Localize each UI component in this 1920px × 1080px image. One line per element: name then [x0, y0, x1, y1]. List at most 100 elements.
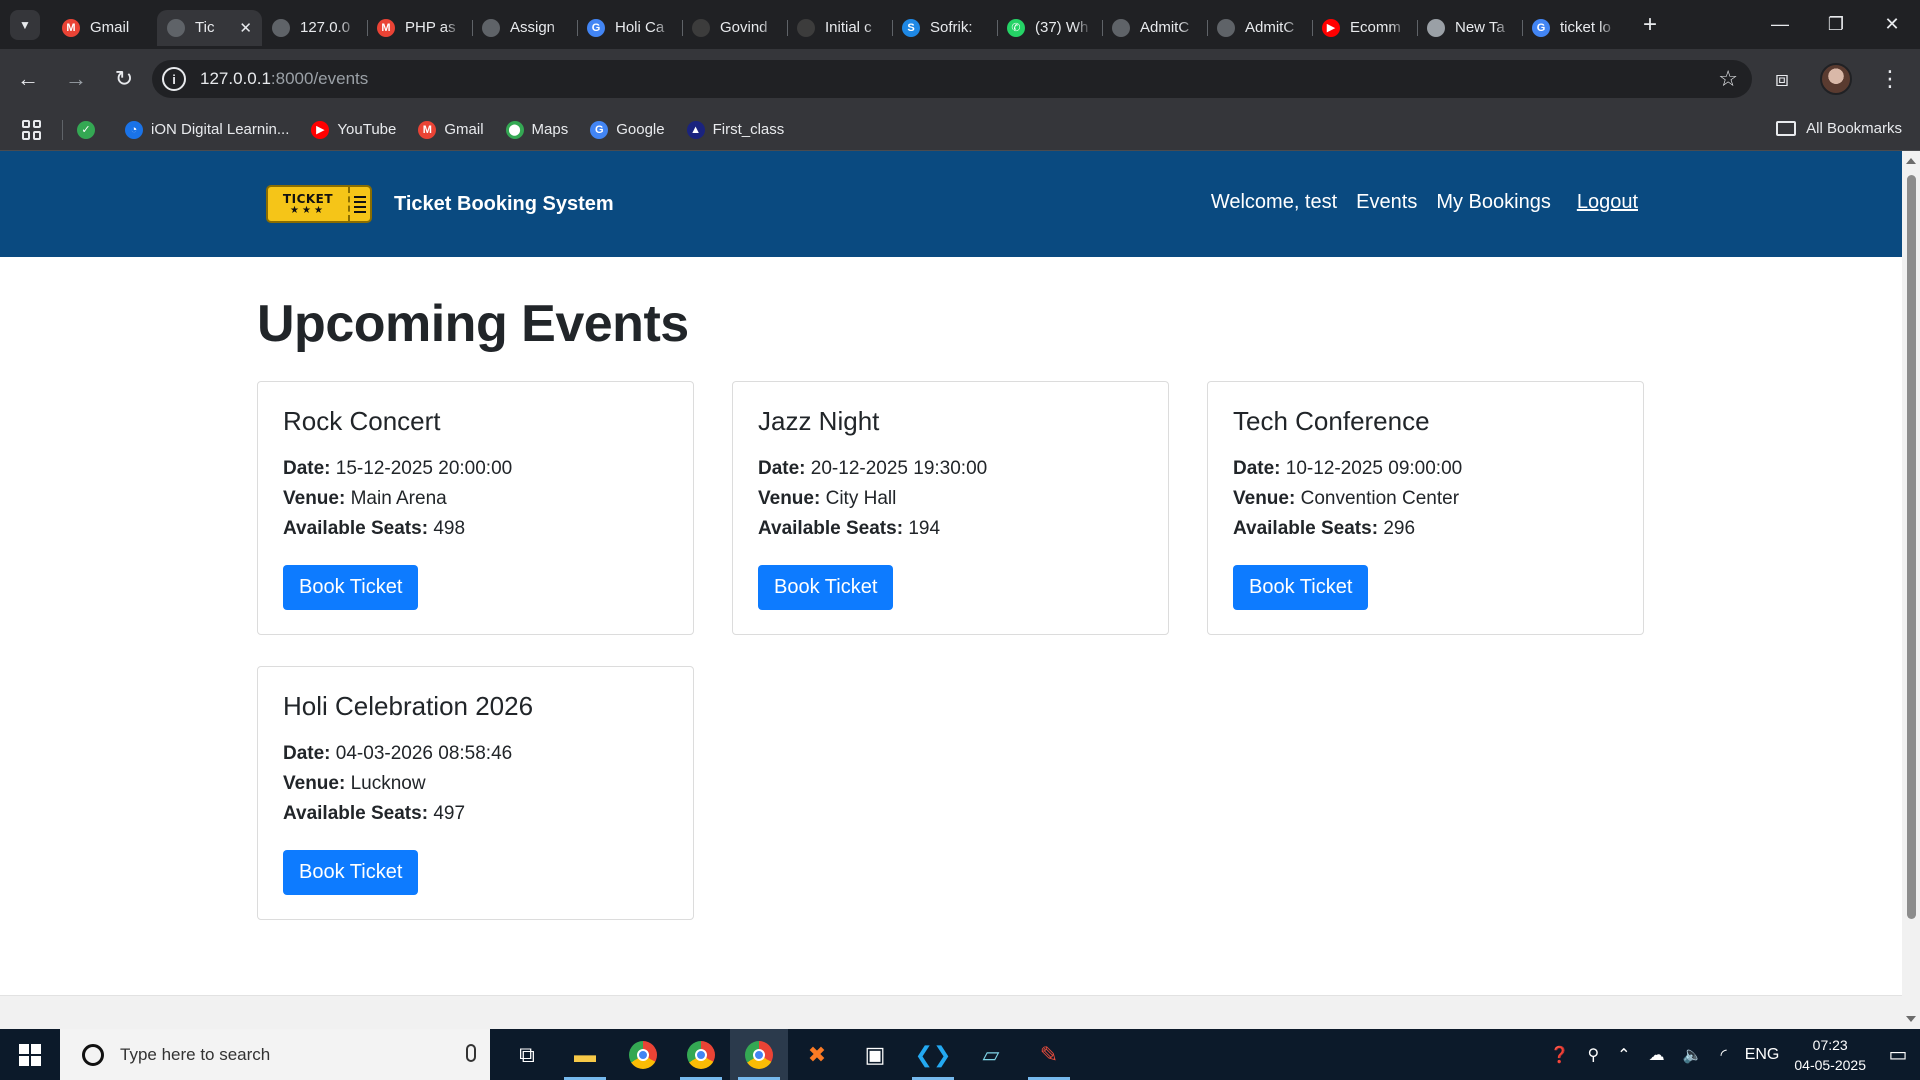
taskbar-app[interactable]: ✖ — [788, 1029, 846, 1080]
book-ticket-button[interactable]: Book Ticket — [283, 565, 419, 610]
close-window-button[interactable]: ✕ — [1864, 0, 1920, 49]
page-scrollbar[interactable] — [1902, 151, 1920, 1029]
taskbar-app[interactable] — [672, 1029, 730, 1080]
tab[interactable]: AdmitC — [1102, 10, 1207, 46]
forward-button[interactable]: → — [56, 59, 96, 99]
new-tab-button[interactable]: + — [1635, 10, 1665, 40]
venue-label: Venue: — [758, 488, 821, 509]
chevron-up-icon[interactable]: ⌃ — [1617, 1045, 1630, 1065]
scroll-down-icon[interactable] — [1906, 1016, 1916, 1022]
restore-button[interactable]: ❐ — [1808, 0, 1864, 49]
bookmark-item[interactable]: ▲ First_class — [686, 120, 784, 139]
tab-title: New Ta — [1455, 19, 1505, 36]
reload-button[interactable]: ↻ — [104, 59, 144, 99]
event-venue: Main Arena — [350, 488, 447, 509]
event-venue-line: Venue: City Hall — [758, 484, 1143, 514]
bookmark-favicon-icon: M — [418, 120, 437, 139]
taskbar-app[interactable] — [730, 1029, 788, 1080]
plus-icon: + — [1642, 10, 1657, 38]
menu-kebab-icon[interactable]: ⋮ — [1870, 59, 1910, 99]
google-icon: G — [587, 18, 605, 37]
event-card: Tech Conference Date: 10-12-2025 09:00:00… — [1207, 381, 1644, 635]
globe-icon — [167, 18, 185, 37]
taskbar-app[interactable]: ▱ — [962, 1029, 1020, 1080]
microphone-icon[interactable] — [466, 1044, 476, 1062]
event-card: Rock Concert Date: 15-12-2025 20:00:00 Ven… — [257, 381, 694, 635]
minimize-button[interactable]: — — [1752, 0, 1808, 49]
taskbar-search[interactable]: Type here to search — [60, 1029, 490, 1080]
apps-grid-icon[interactable] — [22, 119, 42, 140]
github-icon — [797, 18, 815, 37]
tab-title: AdmitC — [1140, 19, 1190, 36]
tab-title: Tic — [195, 19, 215, 36]
book-ticket-button[interactable]: Book Ticket — [283, 850, 419, 895]
site-brand[interactable]: TICKET ★★★ Ticket Booking System — [266, 185, 614, 223]
seats-label: Available Seats: — [283, 518, 429, 539]
bookmark-shield[interactable]: ✓ — [77, 120, 103, 139]
taskbar-app[interactable]: ▣ — [846, 1029, 904, 1080]
taskbar-app[interactable]: ✎ — [1020, 1029, 1078, 1080]
bookmark-star-icon[interactable]: ☆ — [1718, 66, 1738, 92]
url-text[interactable]: 127.0.0.1:8000/events — [200, 69, 368, 89]
volume-icon[interactable]: 🔈 — [1683, 1045, 1703, 1065]
taskbar-clock[interactable]: 07:23 04-05-2025 — [1794, 1035, 1866, 1075]
book-ticket-button[interactable]: Book Ticket — [1233, 565, 1369, 610]
tab[interactable]: ✆ (37) Wh — [997, 10, 1102, 46]
taskbar-app[interactable]: ❮❯ — [904, 1029, 962, 1080]
tab-active[interactable]: Tic ✕ — [157, 9, 262, 46]
nav-my-bookings-link[interactable]: My Bookings — [1436, 191, 1551, 214]
profile-button[interactable] — [1816, 59, 1856, 99]
avatar — [1820, 63, 1852, 95]
event-venue-line: Venue: Convention Center — [1233, 484, 1618, 514]
start-button[interactable] — [0, 1029, 60, 1080]
scroll-thumb[interactable] — [1907, 175, 1916, 919]
bookmark-item[interactable]: ▶ YouTube — [311, 120, 396, 139]
onedrive-icon[interactable]: ☁ — [1649, 1045, 1665, 1065]
all-bookmarks-button[interactable]: All Bookmarks — [1776, 120, 1902, 137]
event-seats: 498 — [433, 518, 466, 539]
event-card-grid: Rock Concert Date: 15-12-2025 20:00:00 Ven… — [257, 381, 1647, 920]
system-tray: ❓ ⚲ ⌃ ☁ 🔈 ◜ ENG 07:23 04-05-2025 ▭ — [1541, 1029, 1920, 1080]
tab[interactable]: Initial c — [787, 10, 892, 46]
tab[interactable]: S Sofrik: — [892, 10, 997, 46]
tab[interactable]: Assign — [472, 10, 577, 46]
browser-tab-strip: ▼ M Gmail Tic ✕ 127.0.0 M PHP as Assign G Holi Ca… — [0, 0, 1920, 49]
bookmark-item[interactable]: M Gmail — [418, 120, 484, 139]
tab[interactable]: ▶ Ecomm — [1312, 10, 1417, 46]
wifi-icon[interactable]: ◜ — [1721, 1045, 1727, 1065]
notification-icon[interactable]: ▭ — [1876, 1042, 1920, 1067]
bookmark-item[interactable]: ◔ iON Digital Learnin... — [125, 120, 289, 139]
language-indicator[interactable]: ENG — [1745, 1046, 1780, 1064]
sofrik-icon: S — [902, 18, 920, 37]
tab[interactable]: Govind — [682, 10, 787, 46]
people-icon[interactable]: ⚲ — [1587, 1045, 1599, 1065]
taskbar-app[interactable]: ▬ — [556, 1029, 614, 1080]
logout-link[interactable]: Logout — [1577, 191, 1638, 214]
reload-icon: ↻ — [114, 66, 134, 91]
tab-search-button[interactable]: ▼ — [10, 9, 40, 40]
scroll-up-icon[interactable] — [1906, 158, 1916, 164]
tab[interactable]: G Holi Ca — [577, 10, 682, 46]
nav-events-link[interactable]: Events — [1356, 191, 1417, 214]
tab[interactable]: Gticket lo — [1522, 10, 1627, 46]
tab[interactable]: 127.0.0 — [262, 10, 367, 46]
tab-close-icon[interactable]: ✕ — [239, 19, 252, 37]
date-label: Date: — [283, 743, 331, 764]
site-info-icon[interactable]: i — [162, 67, 186, 91]
bookmark-item[interactable]: ⬤ Maps — [505, 120, 568, 139]
whatsapp-icon: ✆ — [1007, 18, 1025, 37]
help-icon[interactable]: ❓ — [1550, 1045, 1570, 1065]
back-button[interactable]: ← — [8, 59, 48, 99]
taskbar-app[interactable] — [614, 1029, 672, 1080]
book-ticket-button[interactable]: Book Ticket — [758, 565, 894, 610]
tab[interactable]: M PHP as — [367, 10, 472, 46]
bookmark-item[interactable]: G Google — [590, 120, 665, 139]
taskbar-app[interactable]: ⧉ — [498, 1029, 556, 1080]
tab[interactable]: New Ta — [1417, 10, 1522, 46]
address-bar[interactable]: i 127.0.0.1:8000/events ☆ — [152, 60, 1752, 98]
tab[interactable]: M Gmail — [52, 10, 157, 46]
tab[interactable]: AdmitC — [1207, 10, 1312, 46]
extensions-icon[interactable]: ⧈ — [1762, 59, 1802, 99]
chevron-down-icon: ▼ — [19, 17, 31, 32]
event-seats-line: Available Seats: 296 — [1233, 514, 1618, 544]
